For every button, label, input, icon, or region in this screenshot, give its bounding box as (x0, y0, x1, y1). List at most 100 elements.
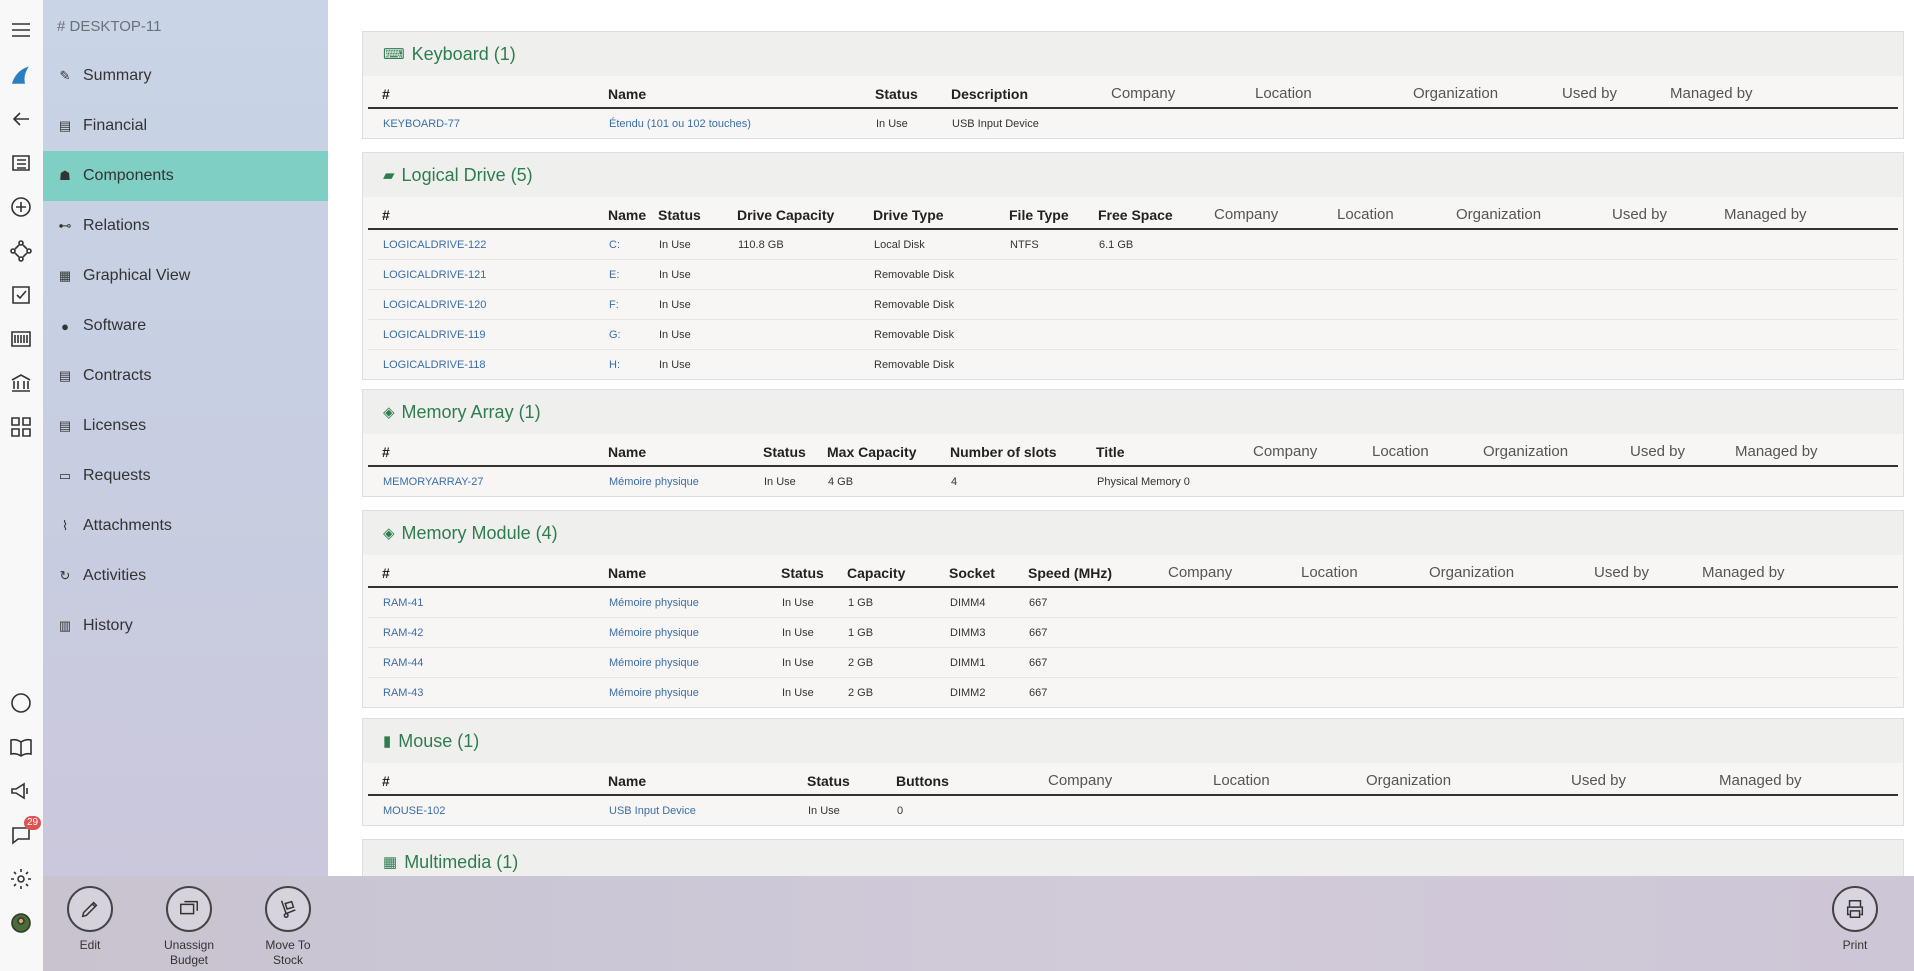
column-header[interactable]: Capacity (847, 557, 905, 588)
column-header[interactable]: Managed by (1670, 78, 1753, 109)
column-header[interactable]: # (382, 557, 390, 588)
barcode-icon[interactable] (6, 324, 36, 354)
table-row[interactable]: MOUSE-102 USB Input Device In Use 0 (368, 796, 1898, 825)
move-to-stock-button[interactable]: Move To Stock (253, 886, 323, 968)
table-row[interactable]: KEYBOARD-77 Étendu (101 ou 102 touches) In… (368, 109, 1898, 138)
row-name-link[interactable]: USB Input Device (609, 796, 696, 825)
row-name-link[interactable]: F: (609, 290, 619, 319)
column-header[interactable]: Speed (MHz) (1028, 557, 1112, 588)
row-id-link[interactable]: LOGICALDRIVE-119 (383, 320, 486, 349)
row-id-link[interactable]: RAM-44 (383, 648, 423, 677)
row-id-link[interactable]: RAM-41 (383, 588, 423, 617)
sidebar-item-components[interactable]: ☗ Components (43, 151, 328, 201)
row-id-link[interactable]: LOGICALDRIVE-121 (383, 260, 486, 289)
column-header[interactable]: # (382, 199, 390, 230)
bank-icon[interactable] (6, 368, 36, 398)
column-header[interactable]: Managed by (1724, 199, 1807, 230)
row-name-link[interactable]: Mémoire physique (609, 618, 699, 647)
column-header[interactable]: Location (1255, 78, 1312, 109)
megaphone-icon[interactable] (6, 776, 36, 806)
column-header[interactable]: # (382, 436, 390, 467)
column-header[interactable]: Status (763, 436, 806, 467)
column-header[interactable]: Organization (1483, 436, 1568, 467)
table-row[interactable]: RAM-42 Mémoire physique In Use 1 GB DIMM3 667 (368, 618, 1898, 648)
column-header[interactable]: # (382, 78, 390, 109)
column-header[interactable]: Name (608, 436, 646, 467)
memory-module-panel-header[interactable]: ◈ Memory Module (4) (363, 511, 1903, 555)
column-header[interactable]: Managed by (1735, 436, 1818, 467)
column-header[interactable]: File Type (1009, 199, 1069, 230)
column-header[interactable]: Used by (1630, 436, 1685, 467)
column-header[interactable]: Location (1213, 765, 1270, 796)
checkbox-icon[interactable] (6, 280, 36, 310)
multimedia-panel-header[interactable]: ▦ Multimedia (1) (363, 840, 1903, 876)
table-row[interactable]: RAM-44 Mémoire physique In Use 2 GB DIMM1 667 (368, 648, 1898, 678)
table-row[interactable]: LOGICALDRIVE-121 E: In Use Removable Disk (368, 260, 1898, 290)
avatar[interactable] (6, 908, 36, 938)
sidebar-item-licenses[interactable]: ▤ Licenses (43, 401, 328, 451)
column-header[interactable]: Organization (1429, 557, 1514, 588)
row-id-link[interactable]: LOGICALDRIVE-118 (383, 350, 486, 379)
keyboard-panel-header[interactable]: ⌨ Keyboard (1) (363, 32, 1903, 76)
column-header[interactable]: Company (1048, 765, 1112, 796)
column-header[interactable]: Description (951, 78, 1028, 109)
column-header[interactable]: Name (608, 765, 646, 796)
column-header[interactable]: Company (1253, 436, 1317, 467)
sidebar-item-attachments[interactable]: ⌇ Attachments (43, 501, 328, 551)
column-header[interactable]: Company (1168, 557, 1232, 588)
row-name-link[interactable]: C: (609, 230, 620, 259)
row-id-link[interactable]: MOUSE-102 (383, 796, 445, 825)
sidebar-item-history[interactable]: ▥ History (43, 601, 328, 651)
workflow-icon[interactable] (6, 236, 36, 266)
column-header[interactable]: Title (1096, 436, 1125, 467)
column-header[interactable]: Location (1337, 199, 1394, 230)
grid-icon[interactable] (6, 412, 36, 442)
sidebar-item-summary[interactable]: ✎ Summary (43, 51, 328, 101)
sidebar-item-requests[interactable]: ▭ Requests (43, 451, 328, 501)
logical-drive-panel-header[interactable]: ▰ Logical Drive (5) (363, 153, 1903, 197)
column-header[interactable]: Organization (1413, 78, 1498, 109)
column-header[interactable]: Managed by (1719, 765, 1802, 796)
column-header[interactable]: Company (1111, 78, 1175, 109)
row-name-link[interactable]: E: (609, 260, 619, 289)
table-row[interactable]: MEMORYARRAY-27 Mémoire physique In Use 4 GB… (368, 467, 1898, 496)
row-id-link[interactable]: MEMORYARRAY-27 (383, 467, 483, 496)
gear-icon[interactable] (6, 864, 36, 894)
row-id-link[interactable]: LOGICALDRIVE-120 (383, 290, 486, 319)
row-name-link[interactable]: Mémoire physique (609, 467, 699, 496)
column-header[interactable]: Used by (1571, 765, 1626, 796)
app-logo-icon[interactable] (6, 60, 36, 90)
column-header[interactable]: Max Capacity (827, 436, 916, 467)
column-header[interactable]: Socket (949, 557, 995, 588)
table-row[interactable]: LOGICALDRIVE-122 C: In Use 110.8 GB Local Di… (368, 230, 1898, 260)
sidebar-item-graphical-view[interactable]: ▦ Graphical View (43, 251, 328, 301)
hamburger-menu-icon[interactable] (6, 15, 36, 45)
column-header[interactable]: Company (1214, 199, 1278, 230)
column-header[interactable]: Used by (1594, 557, 1649, 588)
column-header[interactable]: Location (1372, 436, 1429, 467)
sidebar-item-relations[interactable]: ⊷ Relations (43, 201, 328, 251)
row-name-link[interactable]: G: (609, 320, 621, 349)
column-header[interactable]: Status (781, 557, 824, 588)
column-header[interactable]: Status (875, 78, 918, 109)
print-button[interactable]: Print (1820, 886, 1890, 953)
column-header[interactable]: Managed by (1702, 557, 1785, 588)
row-id-link[interactable]: RAM-42 (383, 618, 423, 647)
book-icon[interactable] (6, 732, 36, 762)
column-header[interactable]: Used by (1612, 199, 1667, 230)
column-header[interactable]: Name (608, 557, 646, 588)
back-arrow-icon[interactable] (6, 104, 36, 134)
add-circle-icon[interactable] (6, 192, 36, 222)
column-header[interactable]: Name (608, 199, 646, 230)
sidebar-item-software[interactable]: ● Software (43, 301, 328, 351)
unassign-budget-button[interactable]: Unassign Budget (154, 886, 224, 968)
row-id-link[interactable]: RAM-43 (383, 678, 423, 707)
row-name-link[interactable]: Étendu (101 ou 102 touches) (609, 109, 751, 138)
column-header[interactable]: Buttons (896, 765, 949, 796)
column-header[interactable]: Number of slots (950, 436, 1057, 467)
sidebar-item-financial[interactable]: ▤ Financial (43, 101, 328, 151)
column-header[interactable]: Free Space (1098, 199, 1173, 230)
column-header[interactable]: Used by (1562, 78, 1617, 109)
table-row[interactable]: RAM-41 Mémoire physique In Use 1 GB DIMM4 667 (368, 588, 1898, 618)
column-header[interactable]: Status (807, 765, 850, 796)
